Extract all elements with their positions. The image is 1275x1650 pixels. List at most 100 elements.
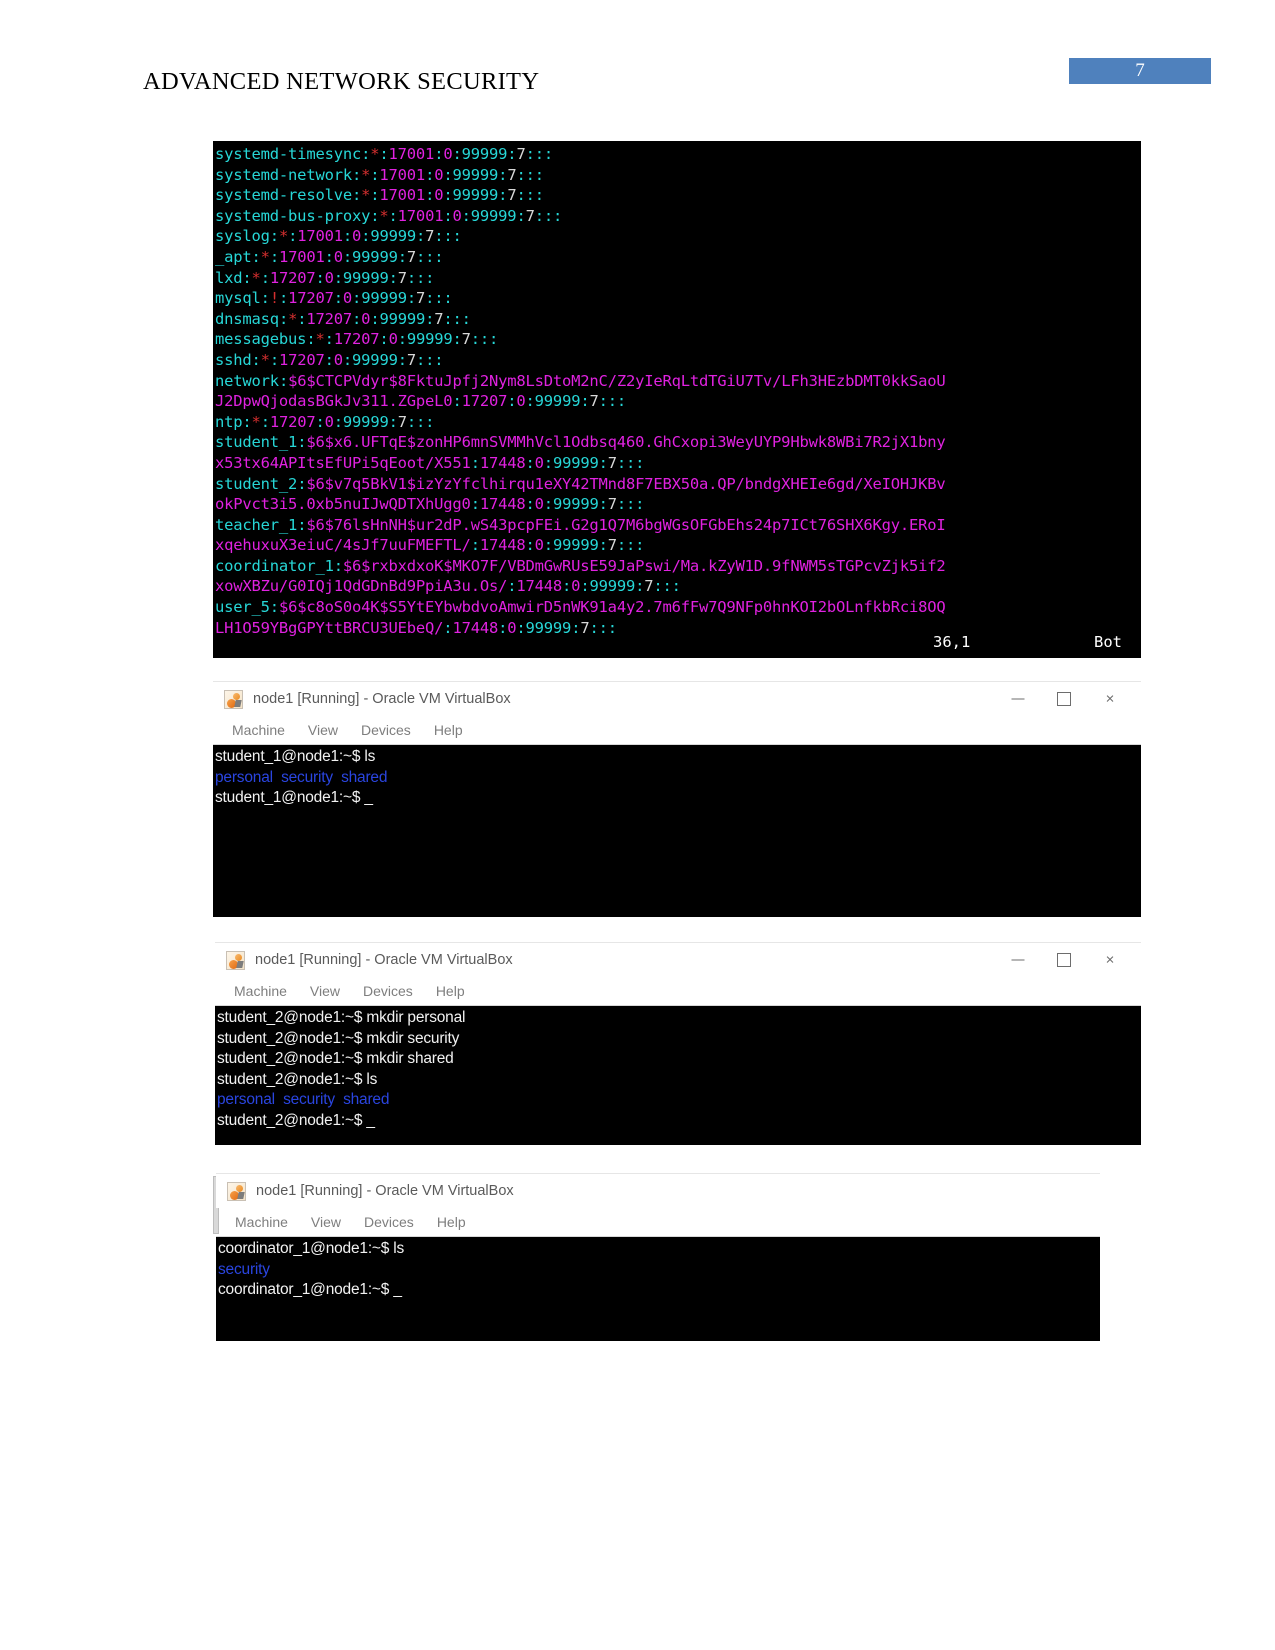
terminal-line: sshd:*:17207:0:99999:7::: (215, 350, 1141, 371)
terminal-line: student_1:$6$x6.UFTqE$zonHP6mnSVMMhVcl1O… (215, 432, 1141, 453)
terminal-text: 7 (607, 536, 617, 555)
menu-item-machine[interactable]: Machine (232, 722, 285, 738)
terminal-text: ::: (516, 186, 544, 205)
terminal-text: ::: (406, 268, 435, 287)
terminal-text: : (388, 206, 398, 225)
title-bar[interactable]: node1 [Running] - Oracle VM VirtualBox × (215, 943, 1141, 977)
terminal-text: 17001 (278, 247, 325, 266)
terminal-text: : (397, 247, 407, 266)
terminal-text: 99999 (534, 392, 581, 411)
terminal-text: 0 (333, 247, 343, 266)
menu-item-help[interactable]: Help (434, 722, 463, 738)
terminal-text: 0 (534, 495, 544, 514)
terminal-text: ntp (215, 412, 243, 431)
terminal-text: : (260, 289, 270, 308)
terminal-text: x53tx64APItsEfUPi5qEoot/X551 (215, 453, 471, 472)
terminal-text: : (361, 145, 371, 163)
terminal-text: : (388, 412, 398, 431)
guest-screen[interactable]: student_1@node1:~$ ls personal security s… (213, 745, 1141, 917)
terminal-text: personal security shared (215, 768, 388, 786)
menu-item-help[interactable]: Help (437, 1214, 466, 1230)
terminal-text: : (333, 556, 343, 575)
terminal-text: : (543, 453, 553, 472)
terminal-line: security (218, 1260, 1100, 1281)
terminal-text: 7 (589, 392, 599, 411)
terminal-text: : (315, 268, 325, 287)
terminal-line: student_2:$6$v7q5BkV1$izYzYfclhirqu1eXY4… (215, 474, 1141, 495)
terminal-text: 17448 (479, 453, 526, 472)
terminal-text: user_5 (215, 598, 270, 617)
terminal-text: : (333, 268, 343, 287)
terminal-text: : (452, 145, 462, 163)
terminal-text: : (598, 495, 608, 514)
window-controls[interactable]: × (995, 943, 1133, 977)
virtualbox-window-student2[interactable]: node1 [Running] - Oracle VM VirtualBox ×… (215, 942, 1141, 1145)
terminal-line: student_2@node1:~$ mkdir shared (217, 1049, 1141, 1070)
guest-screen[interactable]: student_2@node1:~$ mkdir personal student… (215, 1006, 1141, 1145)
menu-bar[interactable]: Machine View Devices Help (213, 716, 1141, 745)
terminal-text: * (288, 309, 298, 328)
terminal-text: : (498, 165, 508, 184)
vim-cursor-position: 36,1 (933, 633, 971, 651)
close-icon[interactable]: × (1087, 682, 1133, 716)
terminal-text: network (215, 371, 279, 390)
terminal-text: 99999 (352, 247, 398, 266)
menu-bar[interactable]: Machine View Devices Help (216, 1208, 1100, 1237)
close-icon[interactable]: × (1087, 943, 1133, 977)
virtualbox-window-student1[interactable]: node1 [Running] - Oracle VM VirtualBox ×… (213, 681, 1141, 917)
terminal-line: teacher_1:$6$76lsHnNH$ur2dP.wS43pcpFEi.G… (215, 515, 1141, 536)
terminal-text: : (297, 515, 307, 534)
menu-item-view[interactable]: View (311, 1214, 341, 1230)
terminal-text: : (452, 392, 462, 411)
terminal-text: 0 (361, 309, 371, 328)
menu-item-help[interactable]: Help (436, 983, 465, 999)
terminal-text: 0 (534, 453, 544, 472)
terminal-text: $6$rxbxdxoK$MKO7F/VBDmGwRUsE59JaPswi/Ma.… (342, 556, 946, 575)
terminal-text: _apt (215, 247, 252, 266)
terminal-text: _ (366, 1111, 375, 1129)
terminal-line: mysql:!:17207:0:99999:7::: (215, 288, 1141, 309)
terminal-text: : (269, 247, 279, 266)
terminal-text: xqehuxuX3eiuC/4sJf7uuFMEFTL/ (215, 536, 471, 555)
terminal-text: ::: (616, 495, 645, 514)
terminal-text: 17207 (278, 350, 325, 369)
terminal-text: student_2 (215, 474, 298, 493)
menu-item-machine[interactable]: Machine (235, 1214, 288, 1230)
terminal-text: $6$c8oS0o4K$S5YtEYbwbdvoAmwirD5nWK91a4y2… (278, 598, 946, 617)
maximize-icon[interactable] (1041, 943, 1087, 977)
menu-item-view[interactable]: View (308, 722, 338, 738)
menu-item-view[interactable]: View (310, 983, 340, 999)
terminal-text: ::: (470, 330, 499, 349)
virtualbox-window-coordinator1[interactable]: node1 [Running] - Oracle VM VirtualBox M… (213, 1173, 1100, 1341)
menu-item-devices[interactable]: Devices (364, 1214, 414, 1230)
terminal-text: : (543, 495, 553, 514)
terminal-text: _ (393, 1281, 402, 1299)
terminal-line: student_2@node1:~$ ls (217, 1070, 1141, 1091)
terminal-text: $6$CTCPVdyr$8FktuJpfj2Nym8LsDtoM2nC/Z2yI… (288, 371, 946, 390)
window-chrome: node1 [Running] - Oracle VM VirtualBox ×… (213, 681, 1141, 745)
terminal-text: 17448 (479, 536, 526, 555)
title-bar[interactable]: node1 [Running] - Oracle VM VirtualBox (216, 1174, 1100, 1208)
guest-screen[interactable]: coordinator_1@node1:~$ ls security coordin… (216, 1237, 1100, 1341)
vim-scroll-indicator: Bot (1094, 633, 1122, 651)
document-header: ADVANCED NETWORK SECURITY 7 (0, 0, 1275, 120)
minimize-icon[interactable] (995, 682, 1041, 716)
title-bar[interactable]: node1 [Running] - Oracle VM VirtualBox × (213, 682, 1141, 716)
menu-item-devices[interactable]: Devices (363, 983, 413, 999)
window-chrome: node1 [Running] - Oracle VM VirtualBox M… (216, 1173, 1100, 1237)
minimize-icon[interactable] (995, 943, 1041, 977)
maximize-icon[interactable] (1041, 682, 1087, 716)
terminal-text: dnsmasq (215, 309, 279, 328)
terminal-text: 7 (461, 330, 471, 349)
terminal-text: * (260, 350, 270, 369)
terminal-text: xowXBZu/G0IQj1QdGDnBd9PpiA3u.Os/ (215, 577, 508, 596)
terminal-text: : (278, 371, 289, 390)
menu-item-machine[interactable]: Machine (234, 983, 287, 999)
menu-bar[interactable]: Machine View Devices Help (215, 977, 1141, 1006)
terminal-text: messagebus (215, 330, 307, 349)
menu-item-devices[interactable]: Devices (361, 722, 411, 738)
terminal-text: 99999 (552, 453, 599, 472)
terminal-text: 99999 (370, 227, 416, 246)
terminal-text: 7 (397, 412, 407, 431)
window-controls[interactable]: × (995, 682, 1133, 716)
